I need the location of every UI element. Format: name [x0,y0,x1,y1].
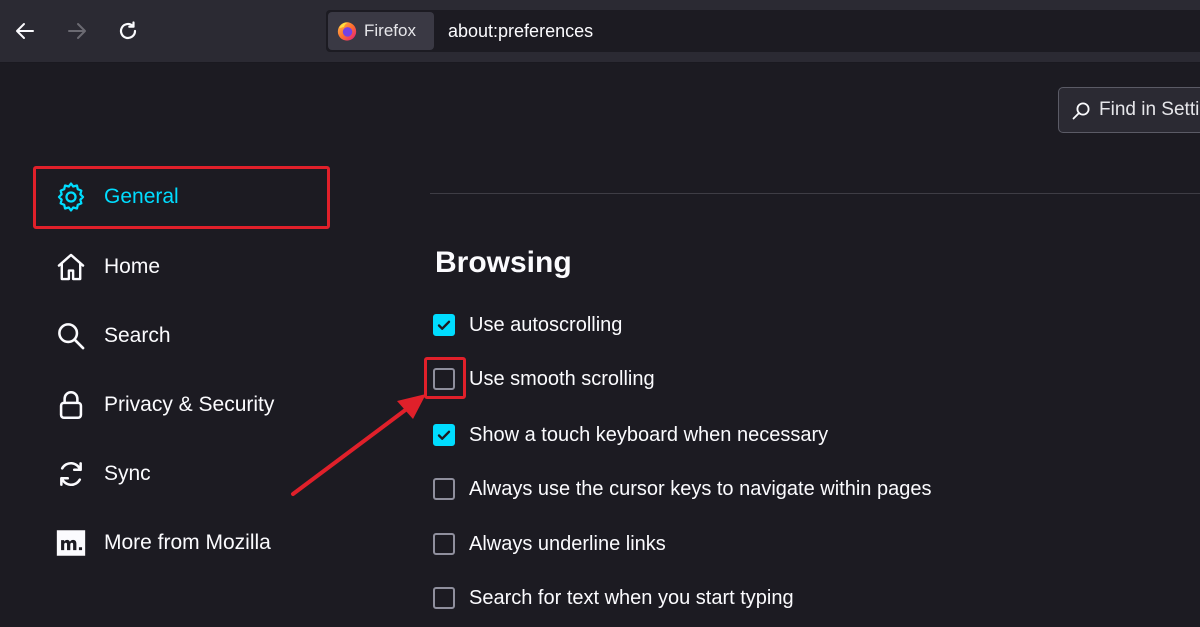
browsing-section-title: Browsing [435,246,572,279]
sync-icon [54,457,88,491]
sidebar-item-label: More from Mozilla [104,531,271,554]
checkmark-icon [437,430,451,440]
sidebar-item-more-from-mozilla[interactable]: More from Mozilla [40,516,330,570]
sidebar-item-label: Home [104,255,161,278]
browser-toolbar: Firefox about:preferences [0,0,1200,63]
identity-label: Firefox [364,21,416,40]
home-icon [54,250,88,284]
firefox-logo-icon [337,22,357,41]
sidebar-item-privacy-security[interactable]: Privacy & Security [40,378,330,432]
search-icon [1072,102,1090,120]
option-label: Use autoscrolling [469,313,623,336]
option-label: Use smooth scrolling [469,367,655,390]
firefox-window: Firefox about:preferences General Ho [0,0,1200,627]
url-text[interactable]: about:preferences [448,21,593,42]
find-in-settings-input[interactable] [1099,88,1200,132]
find-in-settings-box[interactable] [1058,87,1200,133]
header-divider [430,193,1200,194]
search-when-typing-checkbox[interactable] [433,587,455,609]
reload-button[interactable] [113,16,143,46]
url-bar[interactable]: Firefox about:preferences [326,10,1200,52]
option-use-smooth-scrolling[interactable]: Use smooth scrolling [433,364,655,394]
option-label: Always underline links [469,532,666,555]
sidebar-item-general[interactable]: General [40,170,330,224]
option-cursor-keys[interactable]: Always use the cursor keys to navigate w… [433,474,931,504]
option-use-autoscrolling[interactable]: Use autoscrolling [433,310,622,340]
option-underline-links[interactable]: Always underline links [433,529,666,559]
underline-links-checkbox[interactable] [433,533,455,555]
mozilla-icon [54,526,88,560]
option-touch-keyboard[interactable]: Show a touch keyboard when necessary [433,420,828,450]
sidebar-item-label: Sync [104,462,151,485]
arrow-left-icon [16,23,34,39]
reload-icon [119,21,137,40]
arrow-right-icon [68,23,86,39]
forward-button[interactable] [62,16,92,46]
autoscrolling-checkbox[interactable] [433,314,455,336]
checkmark-icon [437,320,451,330]
smooth-scrolling-checkbox[interactable] [433,368,455,390]
back-button[interactable] [10,16,40,46]
sidebar-item-home[interactable]: Home [40,240,330,294]
option-search-when-typing[interactable]: Search for text when you start typing [433,583,794,613]
option-label: Search for text when you start typing [469,586,794,609]
sidebar-item-search[interactable]: Search [40,309,330,363]
sidebar-item-label: Privacy & Security [104,393,275,416]
gear-icon [54,180,88,214]
option-label: Always use the cursor keys to navigate w… [469,477,932,500]
cursor-keys-checkbox[interactable] [433,478,455,500]
identity-box[interactable]: Firefox [328,12,434,50]
search-icon [54,319,88,353]
lock-icon [54,388,88,422]
option-label: Show a touch keyboard when necessary [469,423,829,446]
sidebar-item-label: General [104,185,179,208]
sidebar-item-sync[interactable]: Sync [40,447,330,501]
touch-keyboard-checkbox[interactable] [433,424,455,446]
sidebar-item-label: Search [104,324,171,347]
